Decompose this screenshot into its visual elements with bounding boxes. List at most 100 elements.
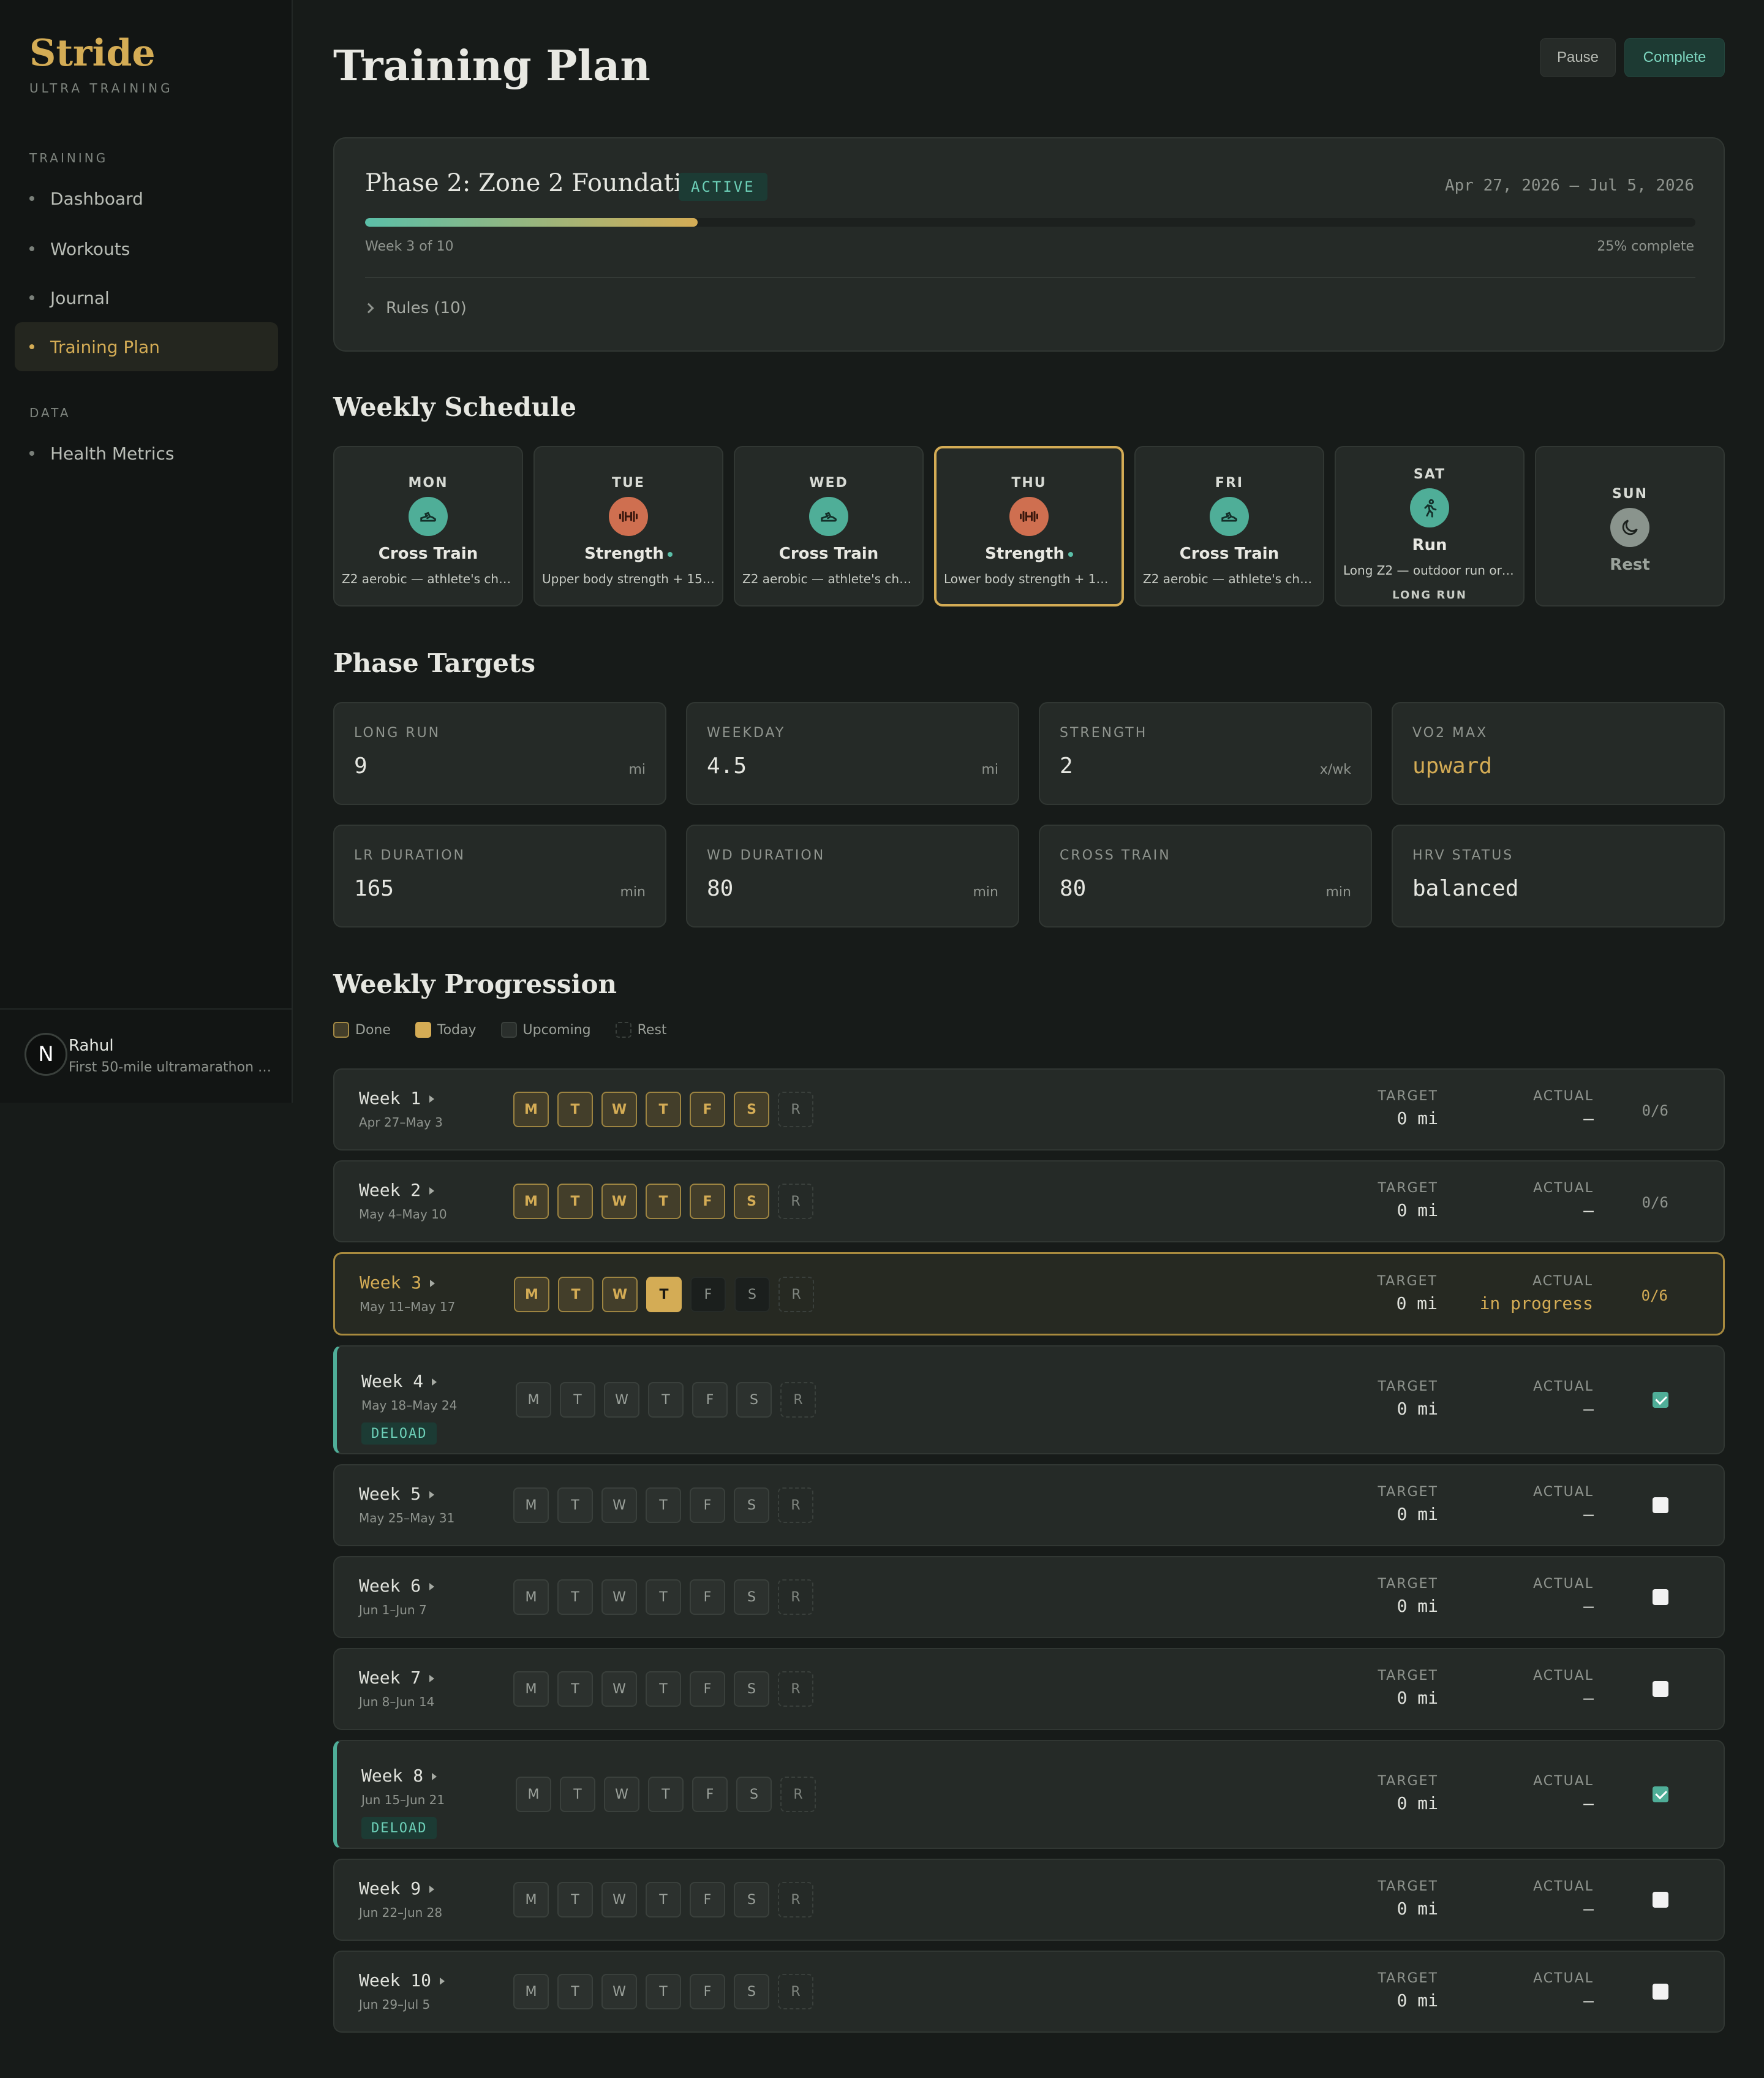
day-pill[interactable]: T [648, 1777, 684, 1812]
day-card-tue[interactable]: TUE Strength Upper body strength + 15 ... [533, 446, 723, 606]
day-pill[interactable]: T [646, 1092, 681, 1127]
day-pill[interactable]: T [646, 1974, 681, 2009]
day-pill[interactable]: M [514, 1277, 549, 1312]
expand-arrow-icon[interactable] [440, 1978, 445, 1985]
expand-arrow-icon[interactable] [429, 1886, 435, 1893]
day-pill[interactable]: M [516, 1777, 551, 1812]
week-row[interactable]: Week 5 May 25–May 31 M T W T F S R TARGET 0 mi ACTU… [333, 1464, 1725, 1546]
expand-arrow-icon[interactable] [432, 1378, 437, 1386]
day-pill[interactable]: M [513, 1184, 549, 1219]
rules-toggle[interactable]: Rules (10) [363, 299, 467, 317]
week-checkbox[interactable] [1653, 1589, 1668, 1605]
week-row[interactable]: Week 10 Jun 29–Jul 5 M T W T F S R TARGET 0 mi ACTU… [333, 1951, 1725, 2033]
week-row[interactable]: Week 1 Apr 27–May 3 M T W T F S R TARGET 0 mi ACTUA… [333, 1068, 1725, 1150]
day-pill[interactable]: S [734, 1579, 769, 1615]
day-pill[interactable]: R [780, 1777, 816, 1812]
week-row[interactable]: Week 6 Jun 1–Jun 7 M T W T F S R TARGET 0 mi ACTUAL… [333, 1556, 1725, 1638]
week-checkbox[interactable] [1653, 1984, 1668, 2000]
day-pill[interactable]: T [560, 1777, 595, 1812]
day-pill[interactable]: T [646, 1671, 681, 1707]
expand-arrow-icon[interactable] [429, 1583, 435, 1590]
day-pill[interactable]: T [557, 1974, 593, 2009]
day-pill[interactable]: W [601, 1184, 637, 1219]
day-pill[interactable]: R [778, 1092, 813, 1127]
week-row[interactable]: Week 7 Jun 8–Jun 14 M T W T F S R TARGET 0 mi ACTUA… [333, 1648, 1725, 1730]
pause-button[interactable]: Pause [1540, 38, 1616, 77]
day-pill[interactable]: M [513, 1671, 549, 1707]
day-pill[interactable]: T [557, 1487, 593, 1523]
day-pill[interactable]: S [734, 1882, 769, 1917]
day-pill[interactable]: W [601, 1974, 637, 2009]
day-pill[interactable]: W [601, 1671, 637, 1707]
brand-logo[interactable]: Stride [29, 32, 156, 75]
day-pill[interactable]: R [778, 1579, 813, 1615]
day-pill[interactable]: F [690, 1184, 725, 1219]
day-pill[interactable]: R [778, 1277, 814, 1312]
week-checkbox[interactable] [1653, 1892, 1668, 1908]
sidebar-item-training-plan[interactable]: Training Plan [15, 322, 278, 371]
week-row[interactable]: Week 8 Jun 15–Jun 21 DELOAD M T W T F S R TARGET 0 … [333, 1740, 1725, 1849]
day-pill[interactable]: T [648, 1382, 684, 1418]
day-pill[interactable]: F [690, 1671, 725, 1707]
week-checkbox[interactable] [1653, 1497, 1668, 1513]
day-pill[interactable]: F [690, 1579, 725, 1615]
day-pill[interactable]: R [778, 1184, 813, 1219]
day-pill[interactable]: W [601, 1092, 637, 1127]
week-checkbox[interactable] [1653, 1681, 1668, 1697]
day-pill[interactable]: W [604, 1382, 639, 1418]
day-pill[interactable]: R [778, 1671, 813, 1707]
day-pill[interactable]: T [646, 1487, 681, 1523]
day-pill[interactable]: F [692, 1382, 728, 1418]
day-pill[interactable]: T [557, 1671, 593, 1707]
week-row[interactable]: Week 3 May 11–May 17 M T W T F S R TARGET 0 mi ACTU… [333, 1252, 1725, 1336]
day-pill[interactable]: F [690, 1487, 725, 1523]
day-pill[interactable]: S [734, 1184, 769, 1219]
day-pill[interactable]: M [513, 1974, 549, 2009]
day-pill[interactable]: F [690, 1882, 725, 1917]
day-card-sun[interactable]: SUN Rest [1535, 446, 1725, 606]
day-card-fri[interactable]: FRI Cross Train Z2 aerobic — athlete's cho… [1134, 446, 1324, 606]
day-pill[interactable]: S [736, 1382, 772, 1418]
week-checkbox[interactable] [1653, 1392, 1668, 1408]
day-pill[interactable]: W [602, 1277, 638, 1312]
day-pill[interactable]: F [690, 1092, 725, 1127]
day-card-mon[interactable]: MON Cross Train Z2 aerobic — athlete's cho… [333, 446, 523, 606]
day-pill[interactable]: W [601, 1882, 637, 1917]
expand-arrow-icon[interactable] [429, 1095, 435, 1103]
day-pill[interactable]: M [513, 1579, 549, 1615]
day-pill[interactable]: R [778, 1882, 813, 1917]
day-pill[interactable]: S [734, 1092, 769, 1127]
week-row[interactable]: Week 4 May 18–May 24 DELOAD M T W T F S R TARGET 0 … [333, 1345, 1725, 1454]
day-pill[interactable]: T [557, 1882, 593, 1917]
day-pill[interactable]: T [557, 1579, 593, 1615]
day-card-sat[interactable]: SAT Run Long Z2 — outdoor run or t... LONG … [1335, 446, 1525, 606]
day-pill[interactable]: S [734, 1277, 770, 1312]
day-card-thu[interactable]: THU Strength Lower body strength + 15 ... [934, 446, 1124, 606]
expand-arrow-icon[interactable] [432, 1773, 437, 1780]
sidebar-item-workouts[interactable]: Workouts [15, 224, 278, 273]
day-pill[interactable]: W [604, 1777, 639, 1812]
avatar[interactable]: N [24, 1033, 67, 1076]
day-pill[interactable]: S [734, 1974, 769, 2009]
day-pill[interactable]: S [734, 1671, 769, 1707]
expand-arrow-icon[interactable] [430, 1280, 435, 1287]
expand-arrow-icon[interactable] [429, 1187, 435, 1195]
day-pill[interactable]: M [513, 1487, 549, 1523]
day-pill[interactable]: F [690, 1974, 725, 2009]
day-pill[interactable]: T [557, 1184, 593, 1219]
sidebar-item-health-metrics[interactable]: Health Metrics [15, 429, 278, 478]
week-row[interactable]: Week 2 May 4–May 10 M T W T F S R TARGET 0 mi ACTUA… [333, 1160, 1725, 1242]
day-pill[interactable]: T [558, 1277, 594, 1312]
sidebar-item-dashboard[interactable]: Dashboard [15, 174, 278, 223]
expand-arrow-icon[interactable] [429, 1675, 435, 1682]
week-row[interactable]: Week 9 Jun 22–Jun 28 M T W T F S R TARGET 0 mi ACTU… [333, 1859, 1725, 1941]
day-pill[interactable]: T [646, 1882, 681, 1917]
day-pill[interactable]: R [778, 1974, 813, 2009]
day-card-wed[interactable]: WED Cross Train Z2 aerobic — athlete's cho… [734, 446, 924, 606]
week-checkbox[interactable] [1653, 1786, 1668, 1802]
day-pill[interactable]: T [560, 1382, 595, 1418]
day-pill[interactable]: R [778, 1487, 813, 1523]
expand-arrow-icon[interactable] [429, 1491, 435, 1498]
day-pill[interactable]: S [734, 1487, 769, 1523]
day-pill[interactable]: R [780, 1382, 816, 1418]
